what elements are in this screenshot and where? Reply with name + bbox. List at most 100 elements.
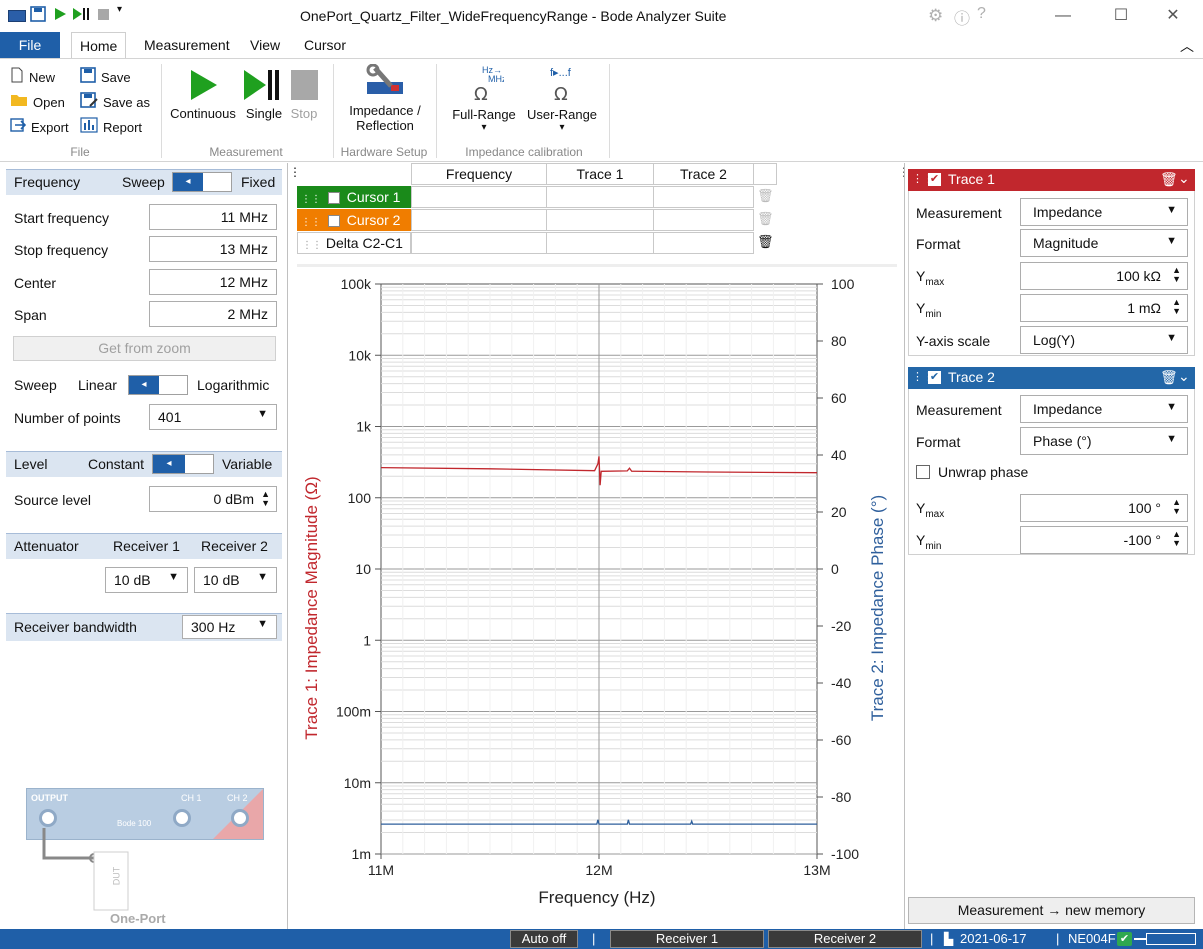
cursor1-frequency-cell bbox=[411, 186, 547, 208]
minimize-button[interactable]: — bbox=[1040, 2, 1086, 30]
span-input[interactable]: 2 MHz bbox=[149, 301, 277, 327]
continuous-button[interactable]: Continuous bbox=[166, 67, 240, 121]
tab-view[interactable]: View bbox=[242, 32, 288, 58]
tab-measurement[interactable]: Measurement bbox=[136, 32, 238, 58]
delete-trace2-icon[interactable]: 🗑 bbox=[1160, 369, 1178, 386]
receiver1-attenuator-select[interactable]: 10 dB ▼ bbox=[105, 567, 188, 593]
new-button[interactable]: New bbox=[10, 67, 55, 89]
auto-off-indicator[interactable]: Auto off bbox=[510, 930, 578, 948]
single-button[interactable]: Single bbox=[240, 67, 288, 121]
trace2-measurement-select[interactable]: Impedance ▼ bbox=[1020, 395, 1188, 423]
status-separator: | bbox=[592, 931, 596, 946]
export-button[interactable]: Export bbox=[10, 117, 69, 139]
trace2-format-select[interactable]: Phase (°) ▼ bbox=[1020, 427, 1188, 455]
cursor1-row-label[interactable]: ⋮⋮ Cursor 1 bbox=[297, 186, 411, 208]
trace2-collapse-icon[interactable]: ⌄ bbox=[1178, 368, 1190, 385]
cursor2-row-label[interactable]: ⋮⋮ Cursor 2 bbox=[297, 209, 411, 231]
impedance-label-line2: Reflection bbox=[356, 118, 414, 133]
trace1-format-select[interactable]: Magnitude ▼ bbox=[1020, 229, 1188, 257]
trace1-collapse-icon[interactable]: ⌄ bbox=[1178, 170, 1190, 187]
collapse-ribbon-icon[interactable]: ︿ bbox=[1180, 36, 1194, 56]
continuous-quick-icon[interactable] bbox=[52, 6, 68, 22]
unwrap-phase-checkbox[interactable] bbox=[916, 465, 930, 479]
user-range-omega-icon: f▸...f Ω bbox=[524, 64, 600, 107]
spinner-icon[interactable]: ▲ ▼ bbox=[1172, 498, 1181, 516]
measurement-new-memory-button[interactable]: Measurement → new memory bbox=[908, 897, 1195, 924]
fixed-option-label: Fixed bbox=[241, 174, 276, 190]
save-quick-icon[interactable] bbox=[30, 6, 46, 22]
device-id: NE004F bbox=[1068, 931, 1116, 946]
cursor1-checkbox[interactable] bbox=[327, 192, 340, 205]
settings-gear-icon[interactable]: ⚙ bbox=[928, 6, 943, 26]
y-left-tick-label: 1m bbox=[352, 846, 371, 862]
trace2-ymax-input[interactable]: 100 ° ▲ ▼ bbox=[1020, 494, 1188, 522]
spinner-icon[interactable]: ▲ ▼ bbox=[1172, 298, 1181, 316]
trace2-ymax-value: 100 ° bbox=[1128, 500, 1161, 516]
trace1-ymin-input[interactable]: 1 mΩ ▲ ▼ bbox=[1020, 294, 1188, 322]
x-tick-label: 13M bbox=[803, 862, 830, 878]
full-range-calibration-button[interactable]: Hz→MHzΩ Full-Range ▾ bbox=[448, 64, 520, 133]
receiver2-attenuator-select[interactable]: 10 dB ▼ bbox=[194, 567, 277, 593]
spinner-icon[interactable]: ▲ ▼ bbox=[261, 490, 270, 508]
trace2-header[interactable]: ⋮⋮ ✔ Trace 2 🗑 ⌄ bbox=[908, 367, 1195, 389]
stop-quick-icon[interactable] bbox=[96, 6, 112, 22]
trace1-checkbox[interactable]: ✔ bbox=[928, 173, 941, 186]
trace2-checkbox[interactable]: ✔ bbox=[928, 371, 941, 384]
start-frequency-input[interactable]: 11 MHz bbox=[149, 204, 277, 230]
stop-button[interactable]: Stop bbox=[286, 67, 322, 121]
delete-delta-icon[interactable]: 🗑 bbox=[757, 234, 774, 250]
drag-handle-icon[interactable]: ⋮ bbox=[289, 165, 301, 179]
wrench-device-icon bbox=[340, 63, 430, 103]
tab-home[interactable]: Home bbox=[71, 32, 127, 59]
cursor-table-header-trace2: Trace 2 bbox=[653, 163, 754, 185]
export-label: Export bbox=[31, 120, 69, 135]
constant-option-label: Constant bbox=[88, 456, 145, 472]
tab-cursor[interactable]: Cursor bbox=[296, 32, 354, 58]
trace1-ymin-value: 1 mΩ bbox=[1127, 300, 1161, 316]
report-button[interactable]: Report bbox=[80, 116, 142, 139]
help-icon[interactable]: ? bbox=[977, 5, 986, 23]
hardware-group-label: Hardware Setup bbox=[340, 145, 428, 159]
cursor1-trace1-cell bbox=[546, 186, 654, 208]
tab-file[interactable]: File bbox=[0, 32, 60, 58]
delete-trace1-icon[interactable]: 🗑 bbox=[1160, 171, 1178, 188]
number-of-points-select[interactable]: 401 ▼ bbox=[149, 404, 277, 430]
cursor2-checkbox[interactable] bbox=[327, 215, 340, 228]
save-button[interactable]: Save bbox=[80, 66, 131, 89]
get-from-zoom-button[interactable]: Get from zoom bbox=[13, 336, 276, 361]
ch2-port-icon bbox=[231, 809, 249, 827]
y-right-tick-label: 60 bbox=[831, 390, 847, 406]
stop-frequency-input[interactable]: 13 MHz bbox=[149, 236, 277, 262]
spinner-icon[interactable]: ▲ ▼ bbox=[1172, 530, 1181, 548]
trace2-title: Trace 2 bbox=[948, 369, 995, 385]
bode-chart[interactable]: 100k 10k 1k 100 10 1 100m 10m 1m 100 80 60 40 20 0 -20… bbox=[289, 268, 901, 928]
center-frequency-input[interactable]: 12 MHz bbox=[149, 269, 277, 295]
delete-cursor1-icon[interactable]: 🗑 bbox=[757, 188, 774, 204]
splitter[interactable] bbox=[297, 264, 897, 267]
trace1-y-axis-scale-select[interactable]: Log(Y) ▼ bbox=[1020, 326, 1188, 354]
open-button[interactable]: Open bbox=[10, 92, 65, 114]
linear-log-toggle[interactable]: ◂ bbox=[128, 375, 188, 395]
maximize-button[interactable]: ☐ bbox=[1098, 2, 1144, 30]
impedance-reflection-button[interactable]: Impedance / Reflection bbox=[340, 63, 430, 133]
receiver2-label: Receiver 2 bbox=[201, 538, 268, 554]
variable-option-label: Variable bbox=[222, 456, 273, 472]
quick-access-dropdown-icon[interactable]: ▾ bbox=[117, 4, 122, 15]
trace2-ymin-input[interactable]: -100 ° ▲ ▼ bbox=[1020, 526, 1188, 554]
trace1-measurement-select[interactable]: Impedance ▼ bbox=[1020, 198, 1188, 226]
constant-variable-toggle[interactable]: ◂ bbox=[152, 454, 214, 474]
spinner-icon[interactable]: ▲ ▼ bbox=[1172, 266, 1181, 284]
close-button[interactable]: ✕ bbox=[1150, 2, 1196, 30]
trace1-header[interactable]: ⋮⋮ ✔ Trace 1 🗑 ⌄ bbox=[908, 169, 1195, 191]
save-as-button[interactable]: Save as bbox=[80, 91, 150, 114]
user-range-calibration-button[interactable]: f▸...f Ω User-Range ▾ bbox=[524, 64, 600, 133]
single-quick-icon[interactable] bbox=[72, 6, 89, 22]
info-icon[interactable]: ⓘ bbox=[954, 5, 970, 29]
svg-text:f▸...f: f▸...f bbox=[550, 67, 572, 79]
trace1-ymax-input[interactable]: 100 kΩ ▲ ▼ bbox=[1020, 262, 1188, 290]
connected-check-icon: ✔ bbox=[1117, 932, 1132, 946]
source-level-input[interactable]: 0 dBm ▲ ▼ bbox=[149, 486, 277, 512]
delete-cursor2-icon[interactable]: 🗑 bbox=[757, 211, 774, 227]
sweep-fixed-toggle[interactable]: ◂ bbox=[172, 172, 232, 192]
receiver-bandwidth-select[interactable]: 300 Hz ▼ bbox=[182, 615, 277, 639]
